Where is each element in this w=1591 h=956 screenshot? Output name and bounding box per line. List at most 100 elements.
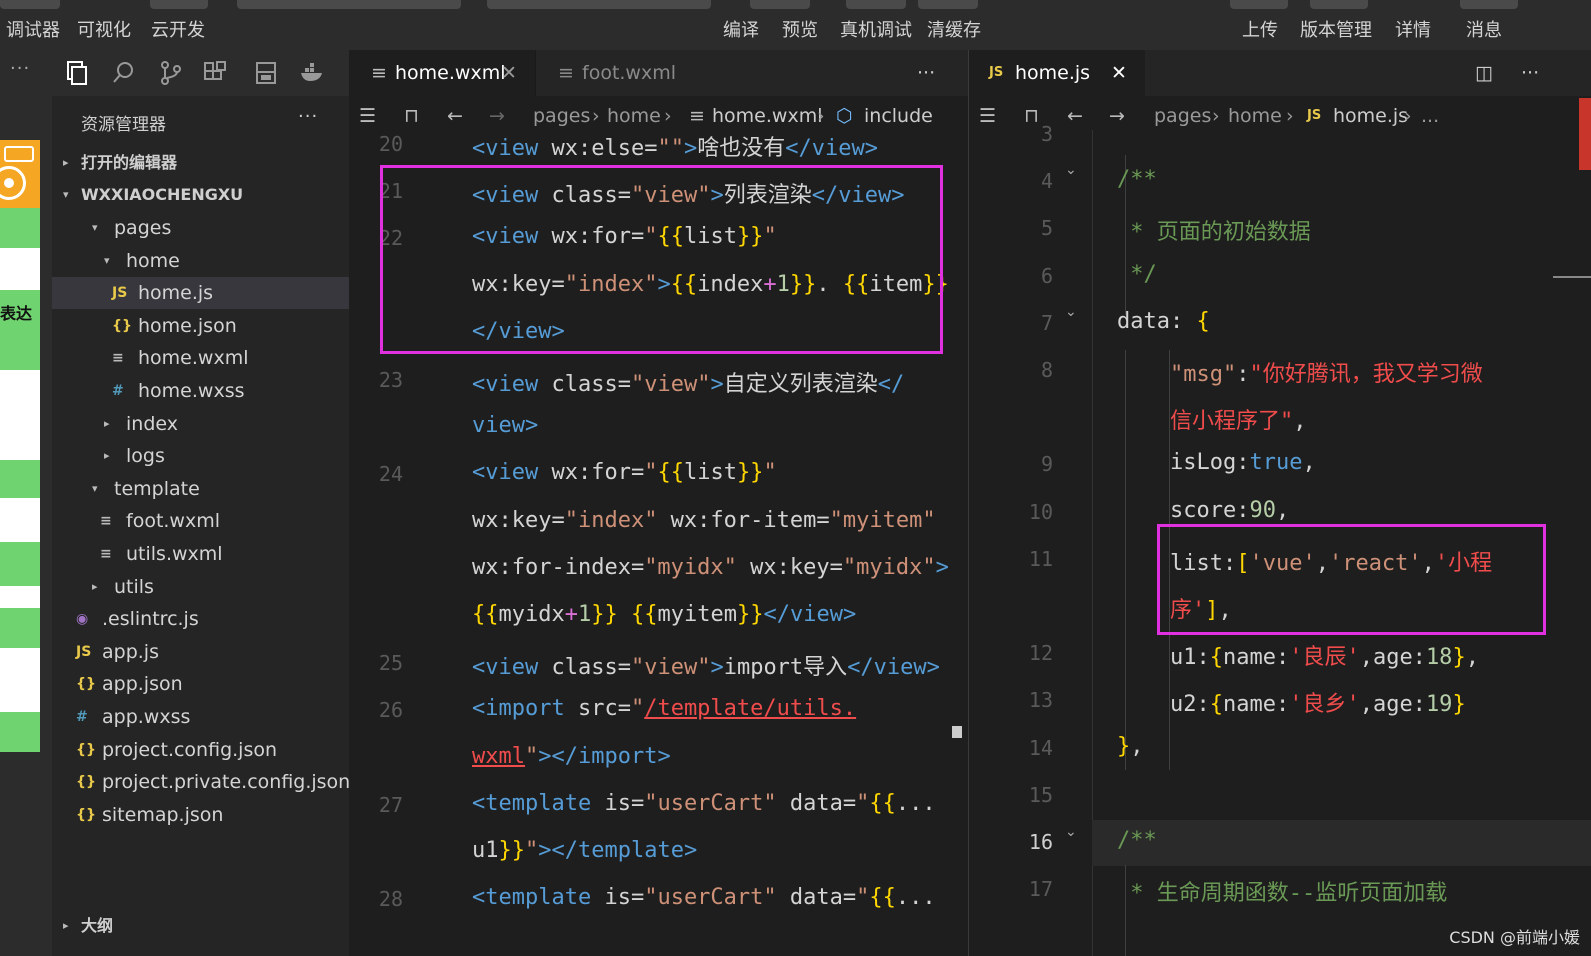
file-type-icon: {} (76, 806, 96, 823)
chevron-down-icon[interactable]: ▾ (92, 212, 98, 244)
compile-button[interactable]: 编译 (723, 16, 759, 42)
tree-item[interactable]: ≡ utils.wxml (52, 538, 349, 570)
tree-item[interactable]: {} project.config.json (52, 734, 349, 766)
tab-foot-wxml[interactable]: ≡ foot.wxml (535, 50, 710, 96)
tree-item[interactable]: JS home.js (52, 277, 349, 310)
tree-item[interactable]: ▾ home (52, 245, 349, 277)
chevron-down-icon[interactable]: ⌄ (1065, 304, 1077, 320)
code-token: list (683, 460, 737, 486)
editor-tabbar: ≡ home.wxml ✕ ≡ foot.wxml ··· (349, 50, 968, 96)
tree-item[interactable]: ▸ logs (52, 440, 349, 472)
chevron-down-icon[interactable]: ⌄ (1065, 162, 1077, 178)
code-token: <template (472, 885, 605, 911)
toolbar-button-stub[interactable] (1310, 0, 1368, 9)
messages-button[interactable]: 消息 (1466, 16, 1502, 42)
tree-item[interactable]: {} sitemap.json (52, 799, 349, 831)
forward-arrow-icon[interactable]: → (1109, 96, 1125, 136)
code-line: 信小程序了", (1117, 403, 1307, 435)
breadcrumb-item[interactable]: pages (1154, 96, 1211, 136)
more-icon[interactable]: ··· (10, 58, 30, 79)
toolbar-button-stub[interactable] (750, 0, 810, 9)
tab-home-wxml[interactable]: ≡ home.wxml ✕ (349, 50, 535, 96)
code-token: <view (472, 460, 552, 486)
code-line: */ (1117, 262, 1157, 287)
tree-item[interactable]: {} home.json (52, 310, 349, 342)
mode-select[interactable] (237, 0, 461, 9)
open-editors-section[interactable]: ▸ 打开的编辑器 (52, 147, 349, 179)
tree-item[interactable]: {} app.json (52, 668, 349, 700)
chevron-down-icon[interactable]: ▾ (104, 245, 110, 277)
code-line: /** (1117, 167, 1157, 192)
js-editor: JS home.js ✕ ◫ ··· ☰ ⊓ ← → pages › home … (968, 50, 1591, 956)
tree-item[interactable]: ≡ foot.wxml (52, 505, 349, 537)
tree-item-label: project.private.config.json (102, 771, 351, 794)
breadcrumb-item[interactable]: home (1228, 96, 1282, 136)
explorer-more-icon[interactable]: ··· (298, 106, 318, 127)
code-token: "userCart" (644, 790, 777, 816)
editor-more-icon[interactable]: ··· (917, 50, 935, 96)
tree-item[interactable]: ▾ pages (52, 212, 349, 244)
preview-button[interactable]: 预览 (782, 16, 818, 42)
code-token: wx:for-index= (472, 554, 645, 580)
tree-item[interactable]: ◉ .eslintrc.js (52, 603, 349, 635)
device-debug-button[interactable]: 真机调试 (840, 16, 912, 42)
docker-icon[interactable] (298, 60, 326, 86)
code-token: </view> (785, 136, 878, 161)
tree-item[interactable]: # home.wxss (52, 375, 349, 407)
extensions-icon[interactable] (202, 60, 230, 86)
tree-item[interactable]: ▾ template (52, 473, 349, 505)
close-icon[interactable]: ✕ (501, 50, 517, 96)
cloud-dev-button[interactable]: 云开发 (151, 16, 205, 42)
toolbar-button-stub[interactable] (1230, 0, 1288, 9)
toolbar-button-stub[interactable] (918, 0, 978, 9)
debug-panel-icon[interactable] (252, 60, 280, 86)
js-file-icon: JS (989, 65, 1004, 80)
toolbar-button-stub[interactable] (1460, 0, 1518, 9)
source-control-icon[interactable] (157, 60, 185, 86)
visual-button[interactable]: 可视化 (77, 16, 131, 42)
code-token: , (1130, 733, 1144, 759)
bookmark-icon[interactable]: ⊓ (404, 96, 419, 136)
chevron-down-icon[interactable]: ▾ (92, 473, 98, 505)
version-button[interactable]: 版本管理 (1300, 16, 1372, 42)
breadcrumb-item[interactable]: ... (1421, 96, 1439, 136)
files-icon[interactable] (62, 60, 90, 86)
outline-section[interactable]: ▸ 大纲 (52, 910, 349, 942)
compile-select[interactable] (487, 0, 711, 9)
toolbar-button-stub[interactable] (0, 0, 60, 9)
back-arrow-icon[interactable]: ← (447, 96, 463, 136)
line-number: 15 (1028, 782, 1053, 807)
chevron-right-icon[interactable]: ▸ (92, 571, 98, 603)
line-number: 23 (378, 368, 403, 392)
code-token: "" (657, 136, 684, 161)
chevron-down-icon[interactable]: ⌄ (1065, 824, 1077, 840)
tree-item[interactable]: # app.wxss (52, 701, 349, 733)
upload-button[interactable]: 上传 (1242, 16, 1278, 42)
tab-home-js[interactable]: JS home.js ✕ (969, 50, 1145, 96)
tree-item[interactable]: JS app.js (52, 636, 349, 668)
project-section[interactable]: ▾ WXXIAOCHENGXU (52, 179, 349, 211)
outline-label: 大纲 (81, 916, 114, 935)
close-icon[interactable]: ✕ (1111, 50, 1127, 96)
back-arrow-icon[interactable]: ← (1067, 96, 1083, 136)
wxml-file-icon: ≡ (558, 62, 574, 84)
toolbar-button-stub[interactable] (150, 0, 208, 9)
debugger-button[interactable]: 调试器 (6, 16, 60, 42)
code-token: /** (1117, 828, 1157, 853)
details-button[interactable]: 详情 (1395, 16, 1431, 42)
tree-item[interactable]: {} project.private.config.json (52, 766, 351, 798)
chevron-right-icon[interactable]: ▸ (104, 408, 110, 440)
outline-list-icon[interactable]: ☰ (359, 96, 376, 136)
code-token: "index" (564, 507, 658, 533)
chevron-right-icon[interactable]: ▸ (104, 440, 110, 472)
tree-item[interactable]: ▸ utils (52, 571, 349, 603)
tree-item[interactable]: ≡ home.wxml (52, 342, 349, 374)
split-editor-icon[interactable]: ◫ (1475, 50, 1493, 96)
search-icon[interactable] (110, 60, 138, 86)
record-icon[interactable] (0, 166, 26, 200)
editor-more-icon[interactable]: ··· (1521, 50, 1539, 96)
clear-cache-button[interactable]: 清缓存 (927, 16, 981, 42)
tree-item[interactable]: ▸ index (52, 408, 349, 440)
toolbar-button-stub[interactable] (846, 0, 906, 9)
breadcrumb-item[interactable]: home.js (1333, 96, 1408, 136)
